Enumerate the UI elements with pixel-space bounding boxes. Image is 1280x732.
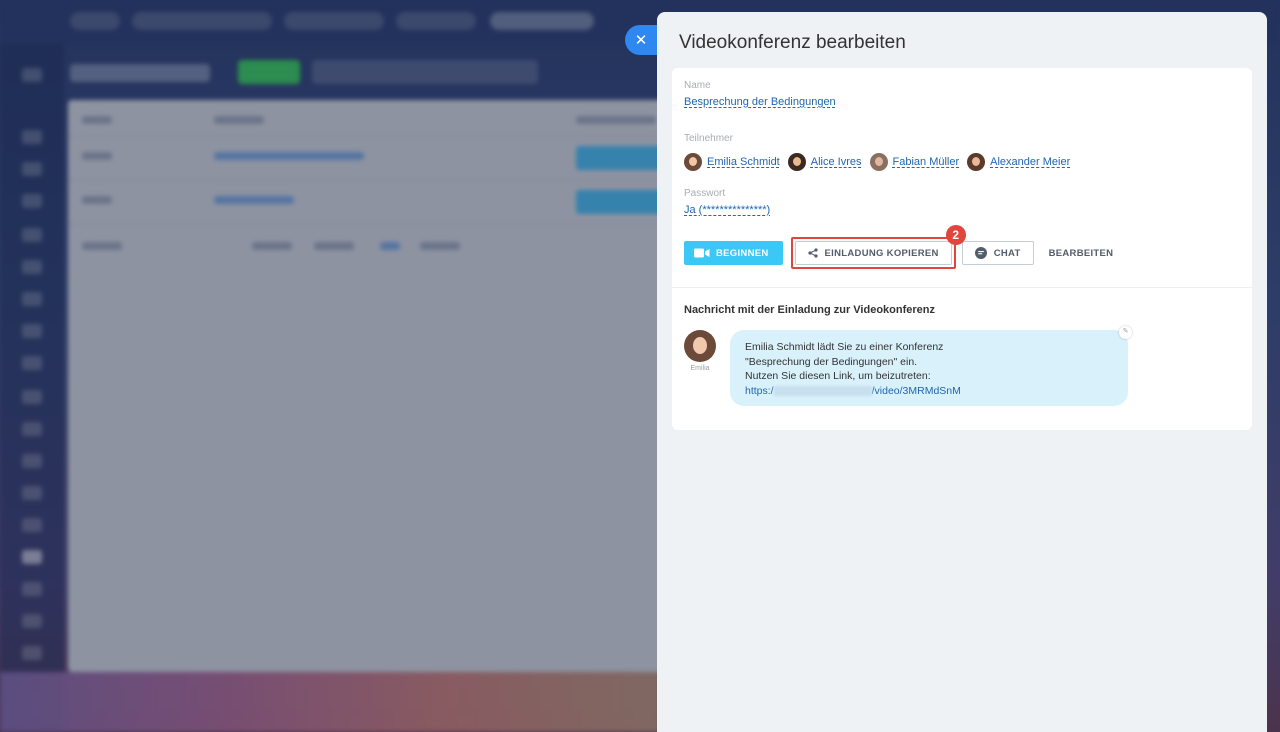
participants-label: Teilnehmer: [684, 133, 733, 144]
participant-fabian-mueller[interactable]: Fabian Müller: [869, 153, 960, 171]
invitation-message-bubble: Emilia Schmidt lädt Sie zu einer Konfere…: [730, 326, 1132, 406]
avatar: [684, 153, 702, 171]
password-label: Passwort: [684, 188, 726, 199]
name-label: Name: [684, 80, 711, 91]
start-button[interactable]: BEGINNEN: [684, 241, 783, 265]
avatar: [967, 153, 986, 171]
invitation-line-1: Emilia Schmidt lädt Sie zu einer Konfere…: [745, 341, 944, 353]
link-suffix: /video/3MRMdSnM: [871, 384, 961, 397]
copy-invite-highlight: EINLADUNG KOPIEREN 2: [790, 225, 966, 269]
sender-avatar-block: Emilia: [684, 330, 716, 372]
invitation-line-2: "Besprechung der Bedingungen" ein.: [745, 355, 918, 368]
sender-avatar: [684, 330, 716, 362]
close-icon: ✕: [634, 32, 648, 49]
chat-icon: [974, 247, 987, 259]
chat-button-label: CHAT: [993, 247, 1021, 259]
step-badge: 2: [945, 225, 966, 245]
conference-name-link[interactable]: Besprechung der Bedingungen: [684, 96, 836, 108]
participant-name: Fabian Müller: [892, 156, 960, 168]
invitation-heading: Nachricht mit der Einladung zur Videokon…: [684, 304, 936, 316]
participants-list: Emilia Schmidt Alice Ivres Fabian Müller…: [684, 152, 1070, 172]
start-button-label: BEGINNEN: [716, 247, 769, 259]
participant-alice-ivres[interactable]: Alice Ivres: [787, 153, 862, 171]
conference-card: Name Besprechung der Bedingungen Teilneh…: [672, 68, 1252, 430]
avatar: [787, 153, 806, 171]
edit-message-icon[interactable]: ✎: [1119, 326, 1132, 339]
participant-name: Alexander Meier: [990, 156, 1071, 168]
link-prefix: https:/: [745, 384, 774, 397]
edit-conference-panel: Videokonferenz bearbeiten Name Besprechu…: [657, 12, 1267, 732]
avatar: [869, 153, 888, 171]
participant-name: Emilia Schmidt: [707, 156, 780, 168]
invitation-line-3: Nutzen Sie diesen Link, um beizutreten:: [745, 370, 931, 382]
edit-button[interactable]: BEARBEITEN: [1049, 248, 1114, 259]
invitation-link[interactable]: https:/ /video/3MRMdSnM: [745, 384, 1128, 399]
video-camera-icon: [694, 248, 710, 258]
password-value[interactable]: Ja (***************): [684, 204, 770, 216]
sender-name: Emilia: [690, 365, 710, 372]
copy-invitation-label: EINLADUNG KOPIEREN: [824, 247, 939, 259]
action-buttons: BEGINNEN EINLADUNG KOPIEREN 2 CHAT BEARB…: [684, 225, 1114, 269]
close-button[interactable]: ✕: [625, 25, 657, 55]
chat-button[interactable]: CHAT: [961, 241, 1034, 265]
copy-invitation-button[interactable]: EINLADUNG KOPIEREN: [794, 241, 952, 265]
participant-alexander-meier[interactable]: Alexander Meier: [967, 153, 1070, 171]
redacted-domain: [773, 385, 872, 396]
section-divider: [672, 287, 1252, 288]
participant-name: Alice Ivres: [810, 156, 862, 168]
share-icon: [807, 248, 818, 258]
participant-emilia-schmidt[interactable]: Emilia Schmidt: [684, 153, 780, 171]
panel-title: Videokonferenz bearbeiten: [679, 32, 906, 53]
